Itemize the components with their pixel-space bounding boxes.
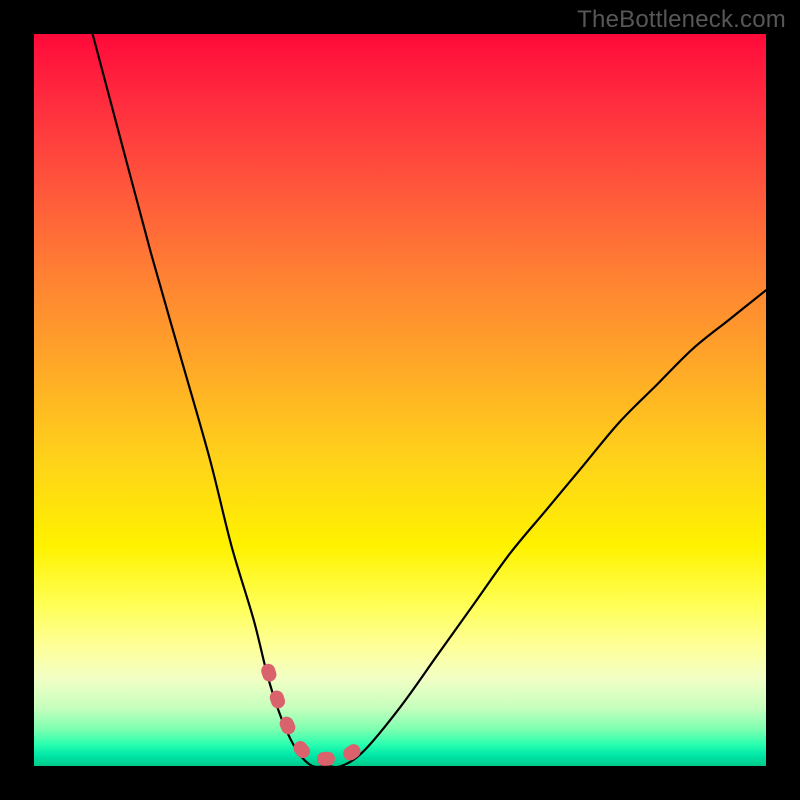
chart-svg — [34, 34, 766, 766]
bottleneck-curve-line — [93, 34, 766, 766]
chart-frame: TheBottleneck.com — [0, 0, 800, 800]
watermark-text: TheBottleneck.com — [577, 6, 786, 34]
plot-area — [34, 34, 766, 766]
valley-highlight-dashes — [268, 671, 363, 760]
